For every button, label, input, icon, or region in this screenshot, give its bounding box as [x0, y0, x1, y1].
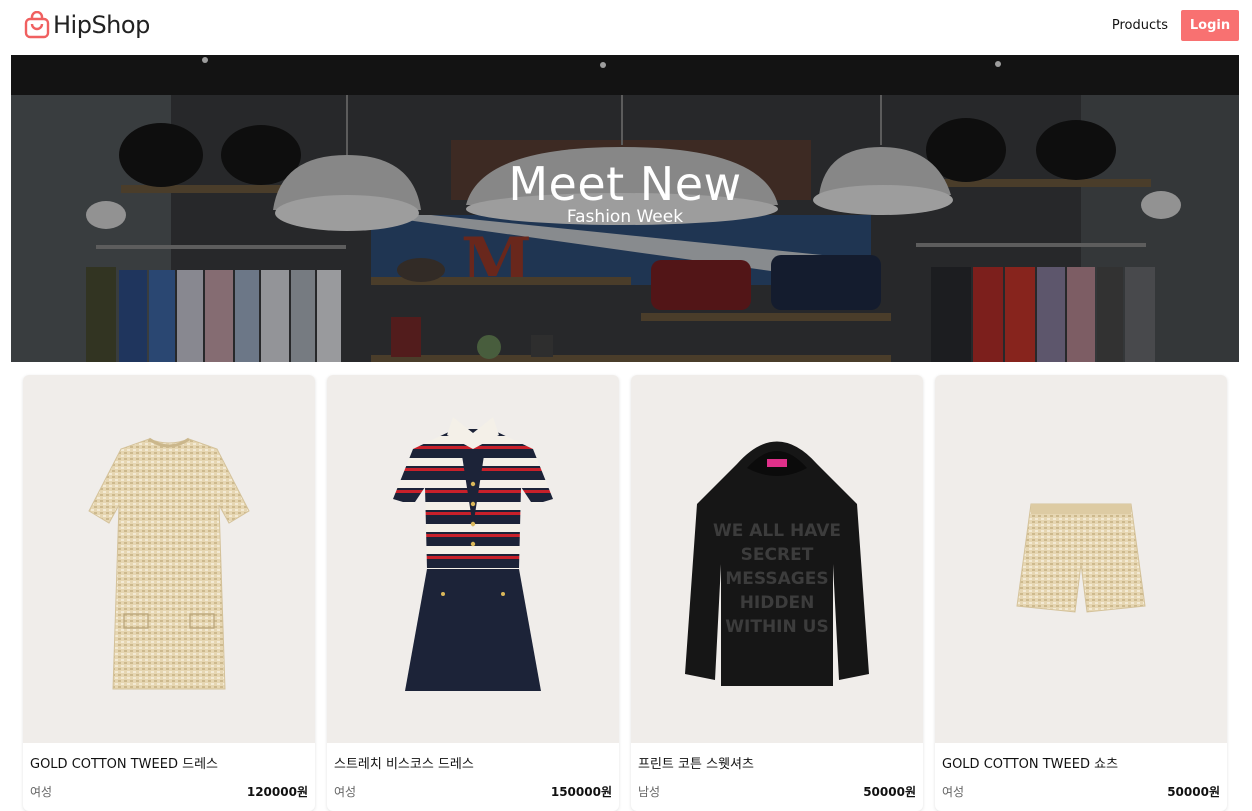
product-category: 여성 [334, 785, 357, 799]
product-price: 120000원 [246, 785, 308, 799]
product-category: 여성 [942, 785, 965, 799]
product-meta: 여성 50000원 [942, 783, 1220, 800]
product-price: 50000원 [863, 785, 916, 799]
product-category: 여성 [30, 785, 53, 799]
product-meta: 여성 150000원 [334, 783, 612, 800]
product-category: 남성 [638, 785, 661, 799]
hoodie-print-line: WITHIN US [725, 617, 828, 637]
product-card[interactable]: 스트레치 비스코스 드레스 여성 150000원 [327, 375, 619, 811]
product-meta: 여성 120000원 [30, 783, 308, 800]
hoodie-print-line: SECRET [741, 545, 814, 565]
product-image [935, 375, 1227, 743]
hero-banner: M Meet New Fashion Week [11, 55, 1239, 362]
product-image: WE ALL HAVE SECRET MESSAGES HIDDEN WITHI… [631, 375, 923, 743]
hero-store-image: M [11, 55, 1239, 362]
black-hoodie-image: WE ALL HAVE SECRET MESSAGES HIDDEN WITHI… [685, 441, 869, 686]
hoodie-print-line: HIDDEN [740, 593, 815, 613]
product-info: GOLD COTTON TWEED 쇼츠 여성 50000원 [935, 743, 1227, 800]
product-price: 150000원 [550, 785, 612, 799]
product-name[interactable]: 스트레치 비스코스 드레스 [334, 753, 612, 773]
product-image [327, 375, 619, 743]
product-card[interactable]: WE ALL HAVE SECRET MESSAGES HIDDEN WITHI… [631, 375, 923, 811]
brand-logo[interactable]: HipShop [24, 11, 150, 39]
nav-link-products[interactable]: Products [1112, 18, 1168, 33]
tweed-shorts-image [1016, 503, 1146, 613]
product-info: 프린트 코튼 스웻셔츠 남성 50000원 [631, 743, 923, 800]
login-button[interactable]: Login [1181, 9, 1239, 41]
product-name[interactable]: 프린트 코튼 스웻셔츠 [638, 753, 916, 773]
tweed-dress-image [88, 437, 250, 690]
striped-dress-image [393, 417, 553, 691]
product-grid: GOLD COTTON TWEED 드레스 여성 120000원 스트레치 비스… [23, 375, 1227, 811]
product-card[interactable]: GOLD COTTON TWEED 드레스 여성 120000원 [23, 375, 315, 811]
product-image [23, 375, 315, 743]
product-name[interactable]: GOLD COTTON TWEED 쇼츠 [942, 753, 1220, 773]
product-meta: 남성 50000원 [638, 783, 916, 800]
product-info: 스트레치 비스코스 드레스 여성 150000원 [327, 743, 619, 800]
product-name[interactable]: GOLD COTTON TWEED 드레스 [30, 753, 308, 773]
hoodie-print-line: MESSAGES [725, 569, 828, 589]
shopping-bag-icon [24, 11, 50, 39]
nav-actions: Products Login [1112, 9, 1239, 41]
hoodie-print-line: WE ALL HAVE [713, 521, 841, 541]
product-info: GOLD COTTON TWEED 드레스 여성 120000원 [23, 743, 315, 800]
product-price: 50000원 [1167, 785, 1220, 799]
navbar: HipShop Products Login [0, 0, 1252, 50]
product-card[interactable]: GOLD COTTON TWEED 쇼츠 여성 50000원 [935, 375, 1227, 811]
brand-name: HipShop [53, 11, 150, 39]
